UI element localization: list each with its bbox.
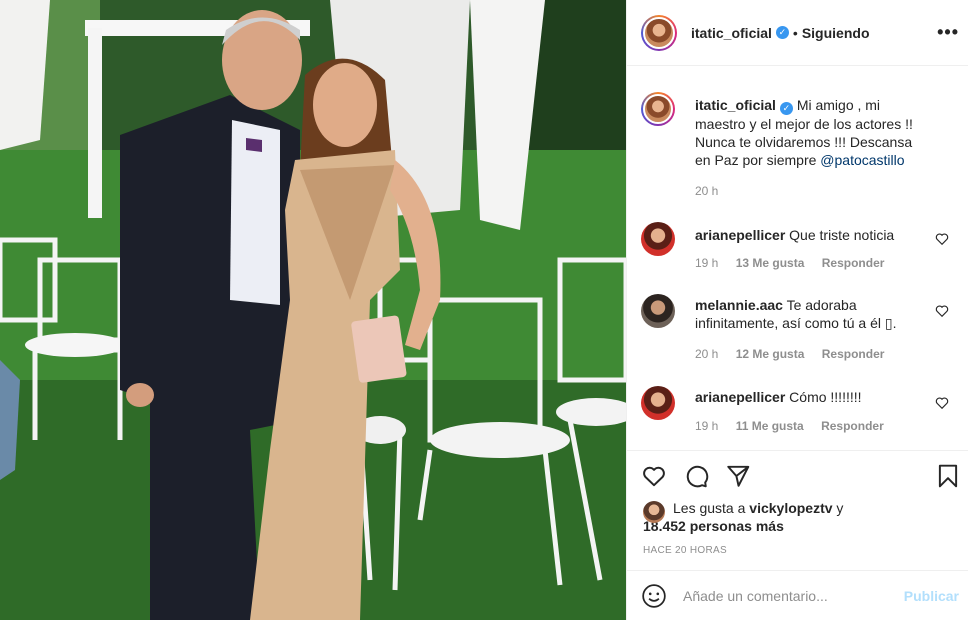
comment-meta: 19 h 11 Me gusta Responder (695, 419, 898, 433)
caption-body: itatic_oficial ✓ Mi amigo , mi maestro y … (695, 96, 925, 169)
post-photo-illustration (0, 0, 626, 620)
comment-avatar[interactable] (641, 294, 675, 328)
comments-list[interactable]: itatic_oficial ✓ Mi amigo , mi maestro y … (627, 66, 968, 450)
caption-username[interactable]: itatic_oficial (695, 97, 776, 113)
heart-icon[interactable] (641, 463, 667, 489)
comment-likes[interactable]: 13 Me gusta (736, 256, 805, 270)
author-avatar[interactable] (641, 14, 677, 51)
post-button[interactable]: Publicar (904, 588, 959, 604)
comment-time[interactable]: 19 h (695, 256, 718, 270)
comment-time[interactable]: 19 h (695, 419, 718, 433)
comment-input[interactable]: Añade un comentario... (683, 588, 904, 604)
reply-button[interactable]: Responder (822, 347, 885, 361)
caption: itatic_oficial ✓ Mi amigo , mi maestro y … (641, 92, 961, 212)
bookmark-icon[interactable] (935, 463, 961, 489)
verified-badge-icon: ✓ (779, 102, 793, 115)
reply-button[interactable]: Responder (822, 256, 885, 270)
liker-username[interactable]: vickylopeztv (749, 500, 832, 516)
comment-likes[interactable]: 12 Me gusta (736, 347, 805, 361)
comment-icon[interactable] (683, 463, 709, 489)
more-options-icon[interactable]: ••• (937, 22, 959, 43)
comment-text: Cómo !!!!!!!! (789, 389, 862, 405)
post-timestamp[interactable]: HACE 20 HORAS (643, 545, 727, 556)
comment-meta: 19 h 13 Me gusta Responder (695, 256, 898, 270)
comment-username[interactable]: arianepellicer (695, 389, 785, 405)
likes-count[interactable]: 18.452 personas más (643, 517, 843, 535)
comment-item: arianepellicer Cómo !!!!!!!! 19 h 11 Me … (641, 386, 961, 446)
likes-middle: y (832, 500, 844, 516)
post-photo[interactable] (0, 0, 626, 620)
liker-avatar[interactable] (643, 501, 665, 523)
following-button[interactable]: Siguiendo (802, 25, 870, 41)
likes-summary: Les gusta a vickylopeztv y 18.452 person… (643, 499, 843, 535)
author-username[interactable]: itatic_oficial (691, 25, 772, 41)
comment-avatar[interactable] (641, 222, 675, 256)
comment-text: Que triste noticia (789, 227, 895, 243)
comment-heart-icon[interactable] (935, 232, 949, 246)
header-separator: • (792, 24, 798, 41)
emoji-icon[interactable] (641, 583, 667, 609)
likes-text: Les gusta a vickylopeztv y (673, 499, 843, 517)
comment-meta: 20 h 12 Me gusta Responder (695, 347, 898, 361)
comment-item: arianepellicer Que triste noticia 19 h 1… (641, 222, 961, 282)
post-header: itatic_oficial ✓ • Siguiendo ••• (627, 0, 968, 66)
post-side-panel: itatic_oficial ✓ • Siguiendo ••• itatic_… (626, 0, 968, 620)
verified-badge-icon: ✓ (775, 26, 789, 39)
comment-username[interactable]: arianepellicer (695, 227, 785, 243)
comment-body: arianepellicer Que triste noticia (695, 226, 935, 244)
caption-mention[interactable]: @patocastillo (820, 152, 904, 168)
caption-avatar[interactable] (641, 92, 675, 126)
likes-prefix: Les gusta a (673, 500, 750, 516)
reply-button[interactable]: Responder (821, 419, 884, 433)
caption-time[interactable]: 20 h (695, 184, 718, 198)
comment-body: arianepellicer Cómo !!!!!!!! (695, 388, 935, 406)
caption-meta: 20 h (695, 184, 732, 198)
comment-body: melannie.aac Te adoraba infinitamente, a… (695, 296, 905, 332)
comment-time[interactable]: 20 h (695, 347, 718, 361)
comment-username[interactable]: melannie.aac (695, 297, 783, 313)
action-bar: Les gusta a vickylopeztv y 18.452 person… (627, 450, 968, 570)
comment-item: melannie.aac Te adoraba infinitamente, a… (641, 294, 961, 374)
comment-avatar[interactable] (641, 386, 675, 420)
comment-likes[interactable]: 11 Me gusta (736, 419, 804, 433)
share-icon[interactable] (725, 463, 751, 489)
comment-heart-icon[interactable] (935, 396, 949, 410)
comment-heart-icon[interactable] (935, 304, 949, 318)
comment-composer: Añade un comentario... Publicar (627, 570, 968, 620)
